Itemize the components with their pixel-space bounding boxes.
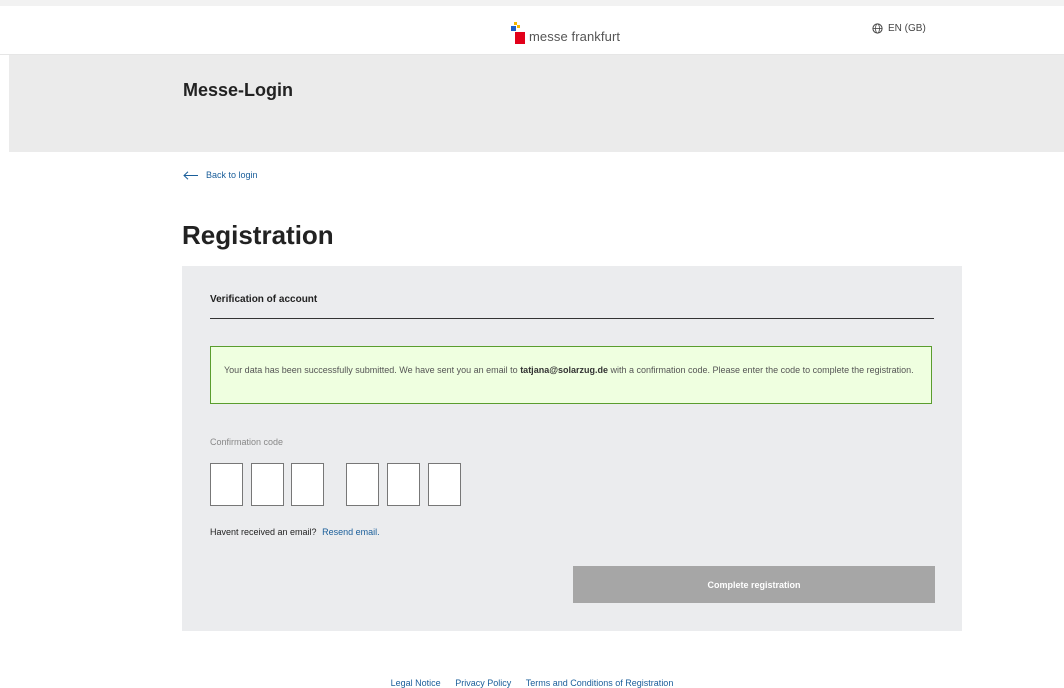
footer: Legal Notice Privacy Policy Terms and Co… <box>0 678 1064 688</box>
back-to-login-link[interactable]: Back to login <box>183 170 258 180</box>
page-title: Registration <box>182 220 334 250</box>
resend-email-link[interactable]: Resend email. <box>322 527 380 537</box>
code-digit-input-1[interactable] <box>210 463 243 506</box>
resend-row: Havent received an email? Resend email. <box>210 527 380 537</box>
success-alert: Your data has been successfully submitte… <box>210 346 932 404</box>
arrow-left-icon <box>183 170 198 180</box>
footer-link-privacy-policy[interactable]: Privacy Policy <box>455 678 511 688</box>
language-label: EN (GB) <box>888 23 926 34</box>
messe-frankfurt-logo[interactable]: messe frankfurt <box>511 20 620 44</box>
code-digit-input-5[interactable] <box>387 463 420 506</box>
back-link-label: Back to login <box>206 170 258 180</box>
resend-prompt: Havent received an email? <box>210 527 317 537</box>
language-selector[interactable]: EN (GB) <box>872 23 926 34</box>
footer-link-legal-notice[interactable]: Legal Notice <box>391 678 441 688</box>
alert-text-after: with a confirmation code. Please enter t… <box>607 365 914 375</box>
code-digit-input-6[interactable] <box>428 463 461 506</box>
code-digit-input-2[interactable] <box>251 463 284 506</box>
section-title: Verification of account <box>210 294 934 319</box>
footer-link-terms[interactable]: Terms and Conditions of Registration <box>526 678 674 688</box>
code-digit-input-3[interactable] <box>291 463 324 506</box>
complete-registration-button[interactable]: Complete registration <box>573 566 935 603</box>
globe-icon <box>872 23 883 34</box>
hero-banner: Messe-Login <box>9 55 1064 152</box>
confirmation-code-label: Confirmation code <box>210 437 284 447</box>
logo-mark-icon <box>511 22 525 44</box>
hero-title: Messe-Login <box>183 80 294 100</box>
top-bar: messe frankfurt EN (GB) <box>0 6 1064 55</box>
alert-email: tatjana@solarzug.de <box>520 365 608 375</box>
alert-text-before: Your data has been successfully submitte… <box>224 365 521 375</box>
verification-card: Verification of account Your data has be… <box>182 266 962 631</box>
code-digit-input-4[interactable] <box>346 463 379 506</box>
logo-text: messe frankfurt <box>529 29 621 44</box>
